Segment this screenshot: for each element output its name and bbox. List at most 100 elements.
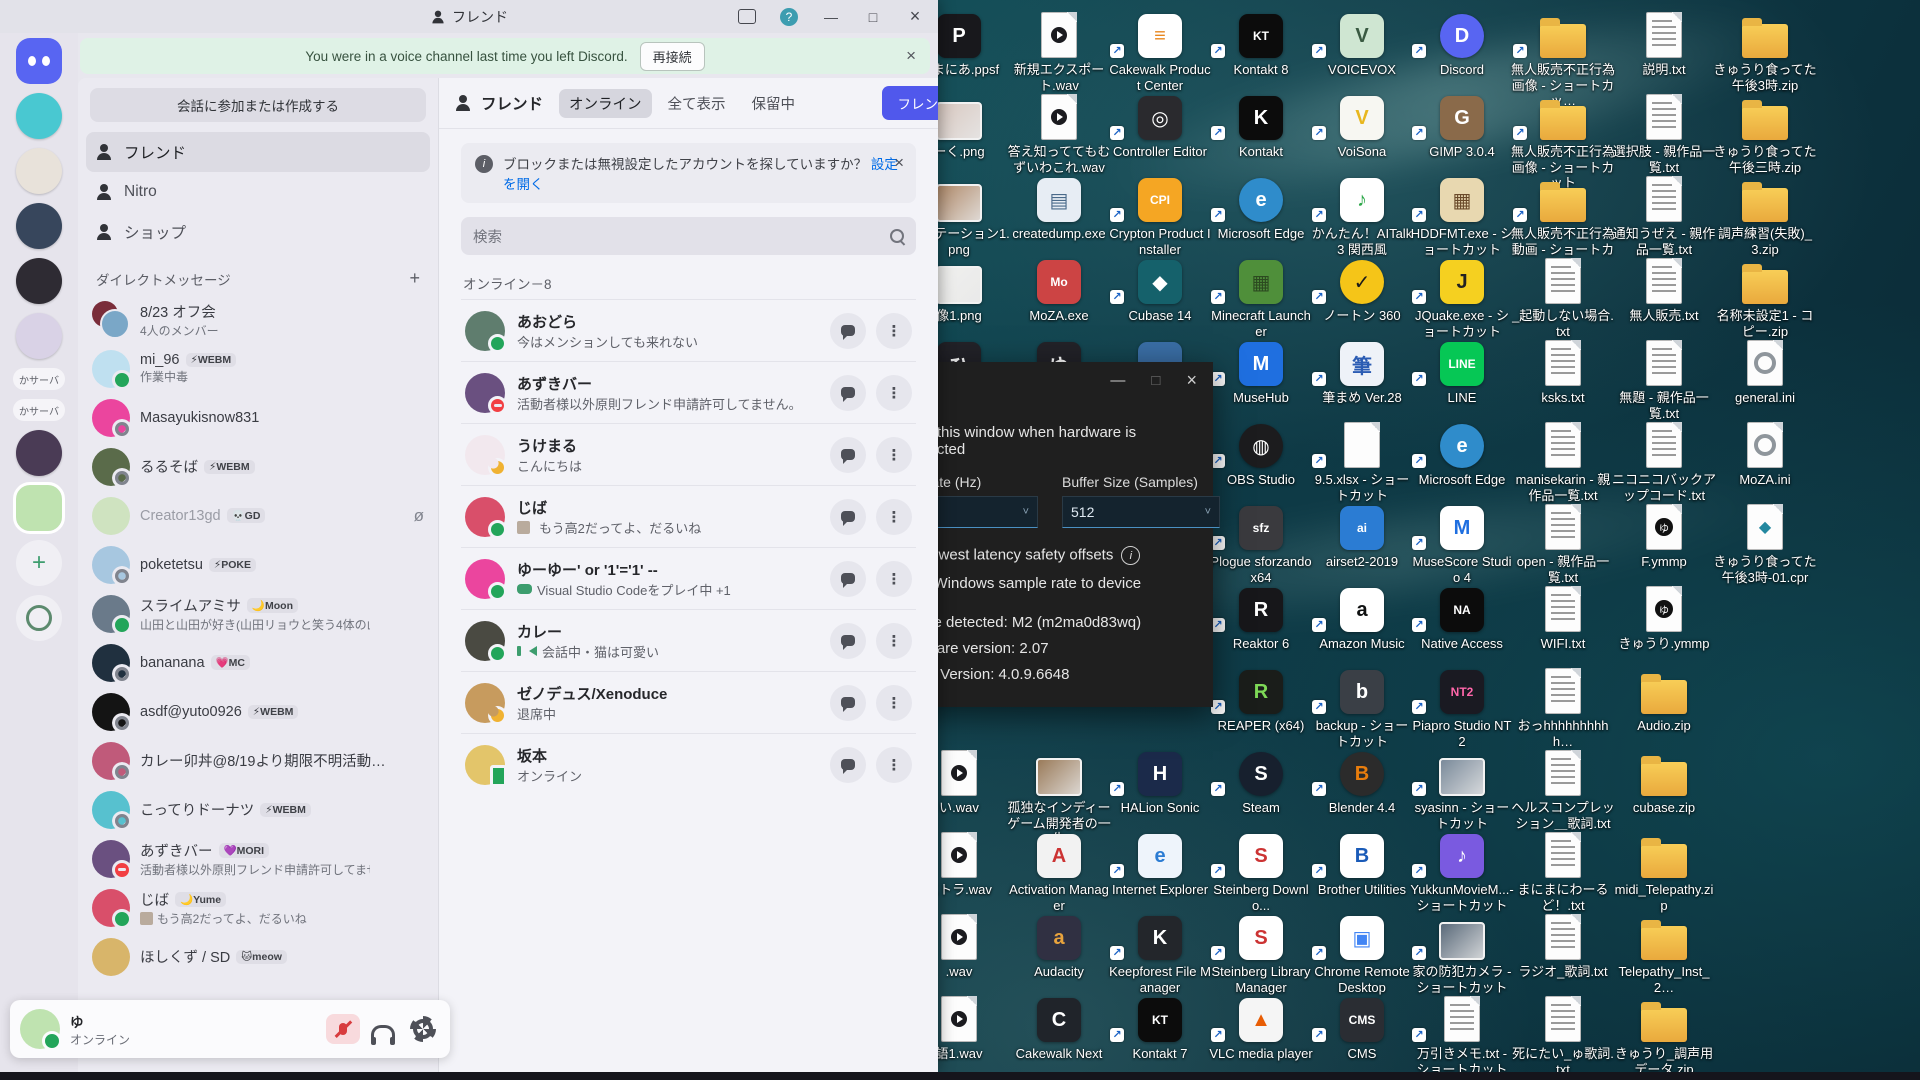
desktop-icon[interactable]: midi_Telepathy.zip — [1612, 828, 1716, 913]
server-avatar[interactable] — [16, 258, 62, 304]
desktop-icon[interactable]: NA ↗ Native Access — [1410, 582, 1514, 652]
desktop-icon[interactable]: ヘルスコンプレッション＿歌詞.txt — [1511, 746, 1615, 831]
dm-item[interactable]: あずきバー 💜MORI 活動者様以外原則フレンド申請許可してません。 — [86, 834, 430, 883]
desktop-icon[interactable]: ↗ syasinn - ショートカット — [1410, 746, 1514, 831]
discord-home-button[interactable] — [16, 38, 62, 84]
desktop-icon[interactable]: open - 親作品一覧.txt — [1511, 500, 1615, 585]
desktop-icon[interactable]: K ↗ Kontakt — [1209, 90, 1313, 160]
desktop-icon[interactable]: H ↗ HALion Sonic — [1108, 746, 1212, 816]
desktop-icon[interactable]: ゆきゅうり.ymmp — [1612, 582, 1716, 652]
dm-item[interactable]: 8/23 オフ会 4人のメンバー — [86, 295, 430, 344]
dm-add-icon[interactable]: + — [409, 268, 420, 289]
desktop-icon[interactable]: A Activation Manager — [1007, 828, 1111, 913]
desktop-icon[interactable]: _起動しない場合.txt — [1511, 254, 1615, 339]
discord-titlebar[interactable]: フレンド ? — □ × — [0, 0, 938, 33]
desktop-icon[interactable]: 無人販売.txt — [1612, 254, 1716, 324]
more-options-button[interactable]: ⋮ — [876, 622, 912, 659]
desktop-icon[interactable]: Telepathy_Inst_2… — [1612, 910, 1716, 995]
mic-muted-icon[interactable] — [326, 1014, 360, 1044]
friend-row[interactable]: ゆーゆー' or '1'='1' -- Visual Studio Codeをプレ… — [461, 547, 916, 609]
lowest-latency-option[interactable]: Use lowest latency safety offsets i — [896, 546, 1199, 565]
add-server-button[interactable]: + — [16, 540, 62, 586]
desktop-icon[interactable]: V ↗ VOICEVOX — [1310, 8, 1414, 78]
desktop-icon[interactable]: MoZA.ini — [1713, 418, 1817, 488]
sync-sample-rate-option[interactable]: Sync Windows sample rate to device — [896, 575, 1199, 592]
desktop-icon[interactable]: V ↗ VoiSona — [1310, 90, 1414, 160]
sidebar-item-shop[interactable]: ショップ — [86, 212, 430, 252]
explore-servers-button[interactable] — [16, 595, 62, 641]
desktop-icon[interactable]: Audio.zip — [1612, 664, 1716, 734]
sidebar-item-friends[interactable]: フレンド — [86, 132, 430, 172]
desktop-icon[interactable]: 調声練習(失敗)_3.zip — [1713, 172, 1817, 257]
desktop-icon[interactable]: ✓ ↗ ノートン 360 — [1310, 254, 1414, 324]
desktop-icon[interactable]: ▤ createdump.exe — [1007, 172, 1111, 242]
desktop-icon[interactable]: S ↗ Steam — [1209, 746, 1313, 816]
user-panel[interactable]: ゆ オンライン — [10, 1000, 450, 1058]
buffer-size-dropdown[interactable]: 512 ˅ — [1062, 496, 1220, 528]
desktop-icon[interactable]: manisekarin - 親作品一覧.txt — [1511, 418, 1615, 503]
friend-row[interactable]: あおどら 今はメンションしても来れない ⋮ — [461, 299, 916, 361]
desktop-icon[interactable]: ▣ ↗ Chrome Remote Desktop — [1310, 910, 1414, 995]
desktop-icon[interactable]: ▲ ↗ VLC media player — [1209, 992, 1313, 1062]
desktop-icon[interactable]: KT ↗ Kontakt 8 — [1209, 8, 1313, 78]
desktop-icon[interactable]: 選択肢 - 親作品一覧.txt — [1612, 90, 1716, 175]
desktop-icon[interactable]: きゅうり食ってた午後三時.zip — [1713, 90, 1817, 175]
desktop-icon[interactable]: 説明.txt — [1612, 8, 1716, 78]
server-pill[interactable]: かサーバ — [13, 368, 65, 390]
dm-item[interactable]: Masayukisnow831 — [86, 393, 430, 442]
info-icon[interactable]: i — [1121, 546, 1141, 565]
desktop-icon[interactable]: ゆ F.ymmp — [1612, 500, 1716, 570]
server-avatar[interactable] — [16, 148, 62, 194]
desktop-icon[interactable]: ◎ ↗ Controller Editor — [1108, 90, 1212, 160]
friend-row[interactable]: あずきバー 活動者様以外原則フレンド申請許可してません。 ⋮ — [461, 361, 916, 423]
desktop-icon[interactable]: B ↗ Blender 4.4 — [1310, 746, 1414, 816]
reconnect-button[interactable]: 再接続 — [639, 41, 705, 71]
minimize-button[interactable]: — — [814, 4, 848, 30]
desktop-icon[interactable]: J ↗ JQuake.exe - ショートカット — [1410, 254, 1514, 339]
dm-item[interactable]: mi_96 ⚡WEBM 作業中毒 — [86, 344, 430, 393]
friend-row[interactable]: カレー 会話中・猫は可愛い ⋮ — [461, 609, 916, 671]
desktop-icon[interactable]: e ↗ Microsoft Edge — [1410, 418, 1514, 488]
desktop-icon[interactable]: ai airset2-2019 — [1310, 500, 1414, 570]
desktop-icon[interactable]: a ↗ Amazon Music — [1310, 582, 1414, 652]
desktop-icon[interactable]: e ↗ Internet Explorer — [1108, 828, 1212, 898]
hidden-eye-icon[interactable]: ø — [414, 506, 424, 526]
desktop-icon[interactable]: CPI ↗ Crypton Product Installer — [1108, 172, 1212, 257]
more-options-button[interactable]: ⋮ — [876, 436, 912, 473]
desktop-icon[interactable]: 答え知っててもむずいわこれ.wav — [1007, 90, 1111, 175]
inbox-icon[interactable] — [730, 4, 764, 30]
desktop-icon[interactable]: ksks.txt — [1511, 336, 1615, 406]
notice-close-icon[interactable]: × — [894, 153, 904, 173]
tab-保留中[interactable]: 保留中 — [742, 89, 806, 118]
banner-close-icon[interactable]: × — [906, 46, 916, 66]
friends-search-input[interactable]: 検索 — [461, 217, 916, 255]
more-options-button[interactable]: ⋮ — [876, 746, 912, 783]
desktop-icon[interactable]: ◆ ↗ Cubase 14 — [1108, 254, 1212, 324]
desktop-icon[interactable]: Mo MoZA.exe — [1007, 254, 1111, 324]
dm-item[interactable]: Creator13gd 💀GD ø — [86, 491, 430, 540]
deafen-icon[interactable] — [366, 1014, 400, 1045]
friend-row[interactable]: 坂本 オンライン ⋮ — [461, 733, 916, 795]
join-or-create-conversation-button[interactable]: 会話に参加または作成する — [90, 88, 426, 122]
desktop-icon[interactable]: ◍ ↗ OBS Studio — [1209, 418, 1313, 488]
dm-item[interactable]: スライムアミサ 🌙Moon 山田と山田が好き(山田リョウと笑う4体の山) — [86, 589, 430, 638]
desktop-icon[interactable]: general.ini — [1713, 336, 1817, 406]
desktop-icon[interactable]: ラジオ_歌詞.txt — [1511, 910, 1615, 980]
message-button[interactable] — [830, 312, 866, 349]
desktop-icon[interactable]: KT ↗ Kontakt 7 — [1108, 992, 1212, 1062]
tab-全て表示[interactable]: 全て表示 — [658, 89, 736, 118]
desktop-icon[interactable]: B ↗ Brother Utilities — [1310, 828, 1414, 898]
desktop-icon[interactable]: おっhhhhhhhhhh… — [1511, 664, 1615, 749]
dm-item[interactable]: bananana 💗MC — [86, 638, 430, 687]
friend-row[interactable]: うけまる こんにちは ⋮ — [461, 423, 916, 485]
desktop-icon[interactable]: M ↗ MuseScore Studio 4 — [1410, 500, 1514, 585]
server-avatar[interactable] — [16, 313, 62, 359]
message-button[interactable] — [830, 498, 866, 535]
desktop-icon[interactable]: ↗ 9.5.xlsx - ショートカット — [1310, 418, 1414, 503]
desktop-icon[interactable]: D ↗ Discord — [1410, 8, 1514, 78]
desktop-icon[interactable]: 通知うぜえ - 親作品一覧.txt — [1612, 172, 1716, 257]
more-options-button[interactable]: ⋮ — [876, 560, 912, 597]
friend-row[interactable]: じば もう高2だってよ、だるいね ⋮ — [461, 485, 916, 547]
desktop-icon[interactable]: S ↗ Steinberg Library Manager — [1209, 910, 1313, 995]
dm-item[interactable]: asdf@yuto0926 ⚡WEBM — [86, 687, 430, 736]
